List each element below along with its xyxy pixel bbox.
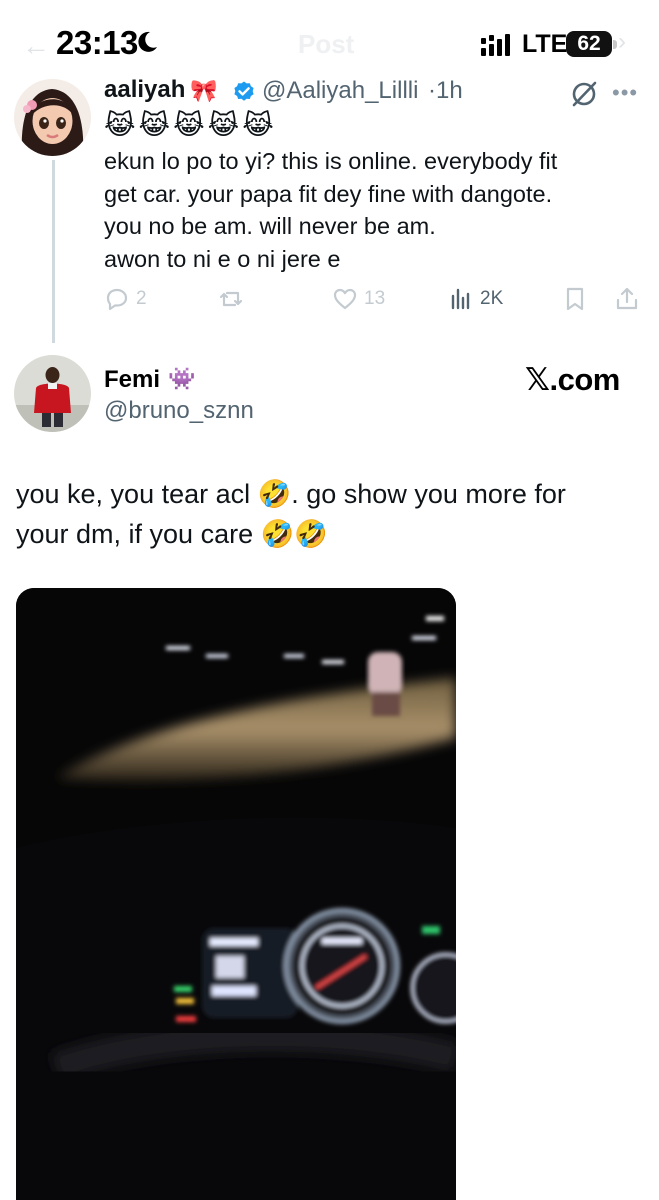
thread-line xyxy=(52,160,55,343)
post-text-line: your dm, if you care 🤣🤣 xyxy=(16,519,328,549)
avatar[interactable] xyxy=(14,79,91,156)
header-more-icon[interactable]: › xyxy=(618,28,628,56)
tweet-text-line: awon to ni e o ni jere e xyxy=(104,245,341,272)
page-title: Post xyxy=(298,29,355,59)
x-com-logo: 𝕏.com xyxy=(525,362,620,397)
tweet-text-line: you no be am. will never be am. xyxy=(104,213,436,239)
heart-icon xyxy=(333,288,357,310)
status-bar: ← 23:13 Post LTE 62 › xyxy=(0,0,659,86)
video-frame xyxy=(16,588,456,1200)
battery-indicator: 62 xyxy=(566,31,612,57)
like-count: 13 xyxy=(364,288,386,309)
bookmark-button[interactable] xyxy=(562,284,588,314)
share-button[interactable] xyxy=(614,284,640,314)
avatar[interactable] xyxy=(14,355,91,432)
tweet-timestamp[interactable]: ·1h xyxy=(428,77,463,105)
share-icon xyxy=(616,287,638,310)
back-arrow-icon[interactable]: ← xyxy=(22,30,50,62)
more-options-icon[interactable]: ••• xyxy=(612,80,638,106)
emoji-row: 😹😹😹😹😹 xyxy=(104,110,277,140)
ribbon-emoji: 🎀 xyxy=(190,78,218,103)
analytics-icon xyxy=(451,288,470,310)
post-body: you ke, you tear acl 🤣. go show you more… xyxy=(16,474,646,554)
retweet-button[interactable] xyxy=(218,284,250,314)
alien-emoji: 👾 xyxy=(168,366,196,391)
verified-badge-icon xyxy=(234,81,254,101)
author-handle[interactable]: @bruno_sznn xyxy=(104,397,254,425)
moon-icon xyxy=(138,31,157,52)
tweet-text-line: get car. your papa fit dey fine with dan… xyxy=(104,180,553,207)
bookmark-icon xyxy=(566,287,584,311)
network-label: LTE xyxy=(522,30,568,58)
post-text-line: you ke, you tear acl 🤣. go show you more… xyxy=(16,479,566,509)
author-name[interactable]: Femi xyxy=(104,366,160,394)
grok-icon[interactable] xyxy=(570,80,598,108)
timestamp-value: 1h xyxy=(436,77,463,104)
reply-button[interactable]: 2 xyxy=(104,284,147,314)
reply-icon xyxy=(106,288,128,311)
author-handle[interactable]: @Aaliyah_Lillli xyxy=(262,77,418,105)
author-name[interactable]: aaliyah xyxy=(104,76,185,104)
retweet-icon xyxy=(219,291,243,307)
tweet-body: ekun lo po to yi? this is online. everyb… xyxy=(104,145,644,275)
view-count: 2K xyxy=(480,288,504,309)
status-time: 23:13 xyxy=(56,24,138,61)
video-player[interactable] xyxy=(16,588,456,1200)
separator-dot: · xyxy=(428,77,436,104)
reply-count: 2 xyxy=(136,288,147,309)
tweet-text-line: ekun lo po to yi? this is online. everyb… xyxy=(104,148,558,174)
views-button[interactable]: 2K xyxy=(448,284,503,314)
battery-cap xyxy=(613,40,617,49)
signal-icon xyxy=(481,34,510,56)
like-button[interactable]: 13 xyxy=(332,284,385,314)
